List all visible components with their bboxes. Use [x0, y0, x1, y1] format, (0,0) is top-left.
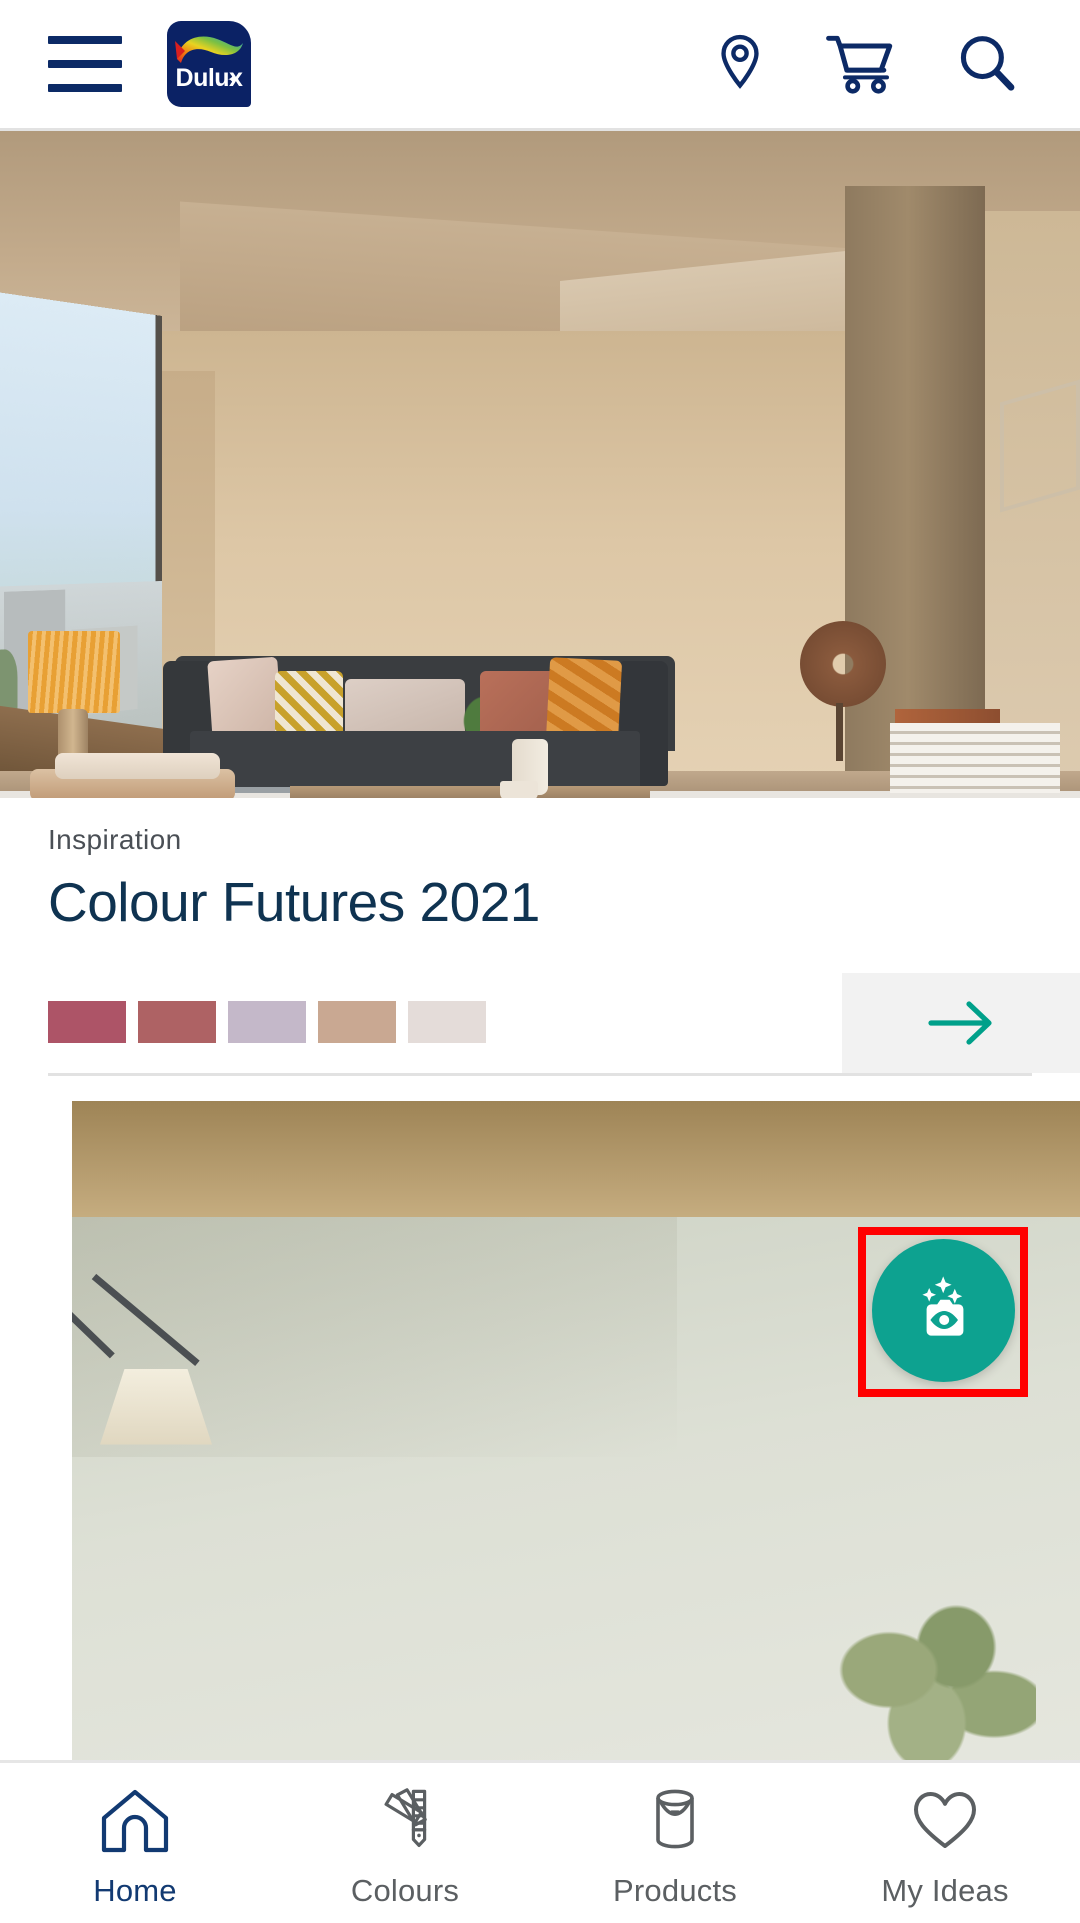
page-title: Colour Futures 2021: [48, 871, 540, 933]
nav-item-colours[interactable]: Colours: [270, 1763, 540, 1923]
inspiration-hero-image[interactable]: [0, 131, 1080, 798]
menu-icon-bar: [48, 84, 122, 92]
hero-sculpture: [800, 621, 886, 707]
hero-sofa-seat: [190, 731, 640, 791]
visualizer-image[interactable]: [72, 1100, 1080, 1760]
colour-swatch[interactable]: [228, 1000, 306, 1043]
bottom-navigation: Home Colours Products My Ideas: [0, 1760, 1080, 1923]
nav-item-my-ideas[interactable]: My Ideas: [810, 1763, 1080, 1923]
hero-magazine-stack: [890, 723, 1060, 793]
hero-lamp-shade: [28, 631, 120, 713]
card-footer: [48, 972, 1080, 1076]
colour-swatch[interactable]: [48, 1000, 126, 1043]
home-icon: [101, 1789, 169, 1853]
dulux-tick-icon: ✦: [226, 72, 240, 89]
visualizer-plant: [826, 1594, 1036, 1760]
menu-icon[interactable]: [48, 36, 122, 92]
hero-floor-cushion: [55, 753, 220, 779]
arrow-right-icon: [928, 1000, 992, 1045]
inspiration-card[interactable]: Inspiration Colour Futures 2021: [0, 131, 1080, 1076]
paint-can-icon: [656, 1789, 694, 1849]
hero-coffee-table: [290, 786, 650, 798]
nav-item-products[interactable]: Products: [540, 1763, 810, 1923]
colour-swatch[interactable]: [408, 1000, 486, 1043]
app-root: Dulux ✦ Inspiration Colour Futures 2021 …: [0, 0, 1080, 1923]
dulux-logo[interactable]: Dulux ✦: [167, 21, 251, 107]
visualizer-card[interactable]: [0, 1075, 1080, 1760]
header-actions: [712, 32, 1040, 96]
colour-fan-icon: [384, 1788, 427, 1847]
shopping-cart-icon[interactable]: [826, 33, 898, 95]
nav-label-products: Products: [613, 1873, 737, 1908]
app-header: Dulux ✦: [0, 0, 1080, 131]
hero-cup: [500, 781, 538, 798]
heart-icon: [914, 1792, 976, 1848]
nav-label-colours: Colours: [350, 1873, 460, 1908]
card-eyebrow: Inspiration: [48, 824, 182, 855]
colour-swatch[interactable]: [318, 1000, 396, 1043]
camera-visualizer-button[interactable]: [872, 1238, 1015, 1382]
search-icon[interactable]: [956, 32, 1018, 96]
location-pin-icon[interactable]: [712, 32, 768, 96]
card-next-button[interactable]: [842, 972, 1080, 1073]
colour-swatch[interactable]: [138, 1000, 216, 1043]
inspiration-card-body: Inspiration Colour Futures 2021: [0, 798, 1080, 1076]
hero-sculpture-stand: [836, 703, 843, 761]
camera-sparkle-icon: [921, 1276, 963, 1336]
menu-icon-bar: [48, 60, 122, 68]
nav-item-home[interactable]: Home: [0, 1763, 270, 1923]
menu-icon-bar: [48, 36, 122, 44]
colour-swatch-row: [48, 973, 842, 1073]
hero-ceiling-structure: [1000, 379, 1080, 513]
visualizer-fab-wrapper: [858, 1226, 1028, 1397]
nav-label-my-ideas: My Ideas: [881, 1873, 1009, 1908]
hero-column: [845, 186, 985, 798]
nav-label-home: Home: [93, 1873, 177, 1908]
visualizer-ceiling: [72, 1100, 1080, 1219]
